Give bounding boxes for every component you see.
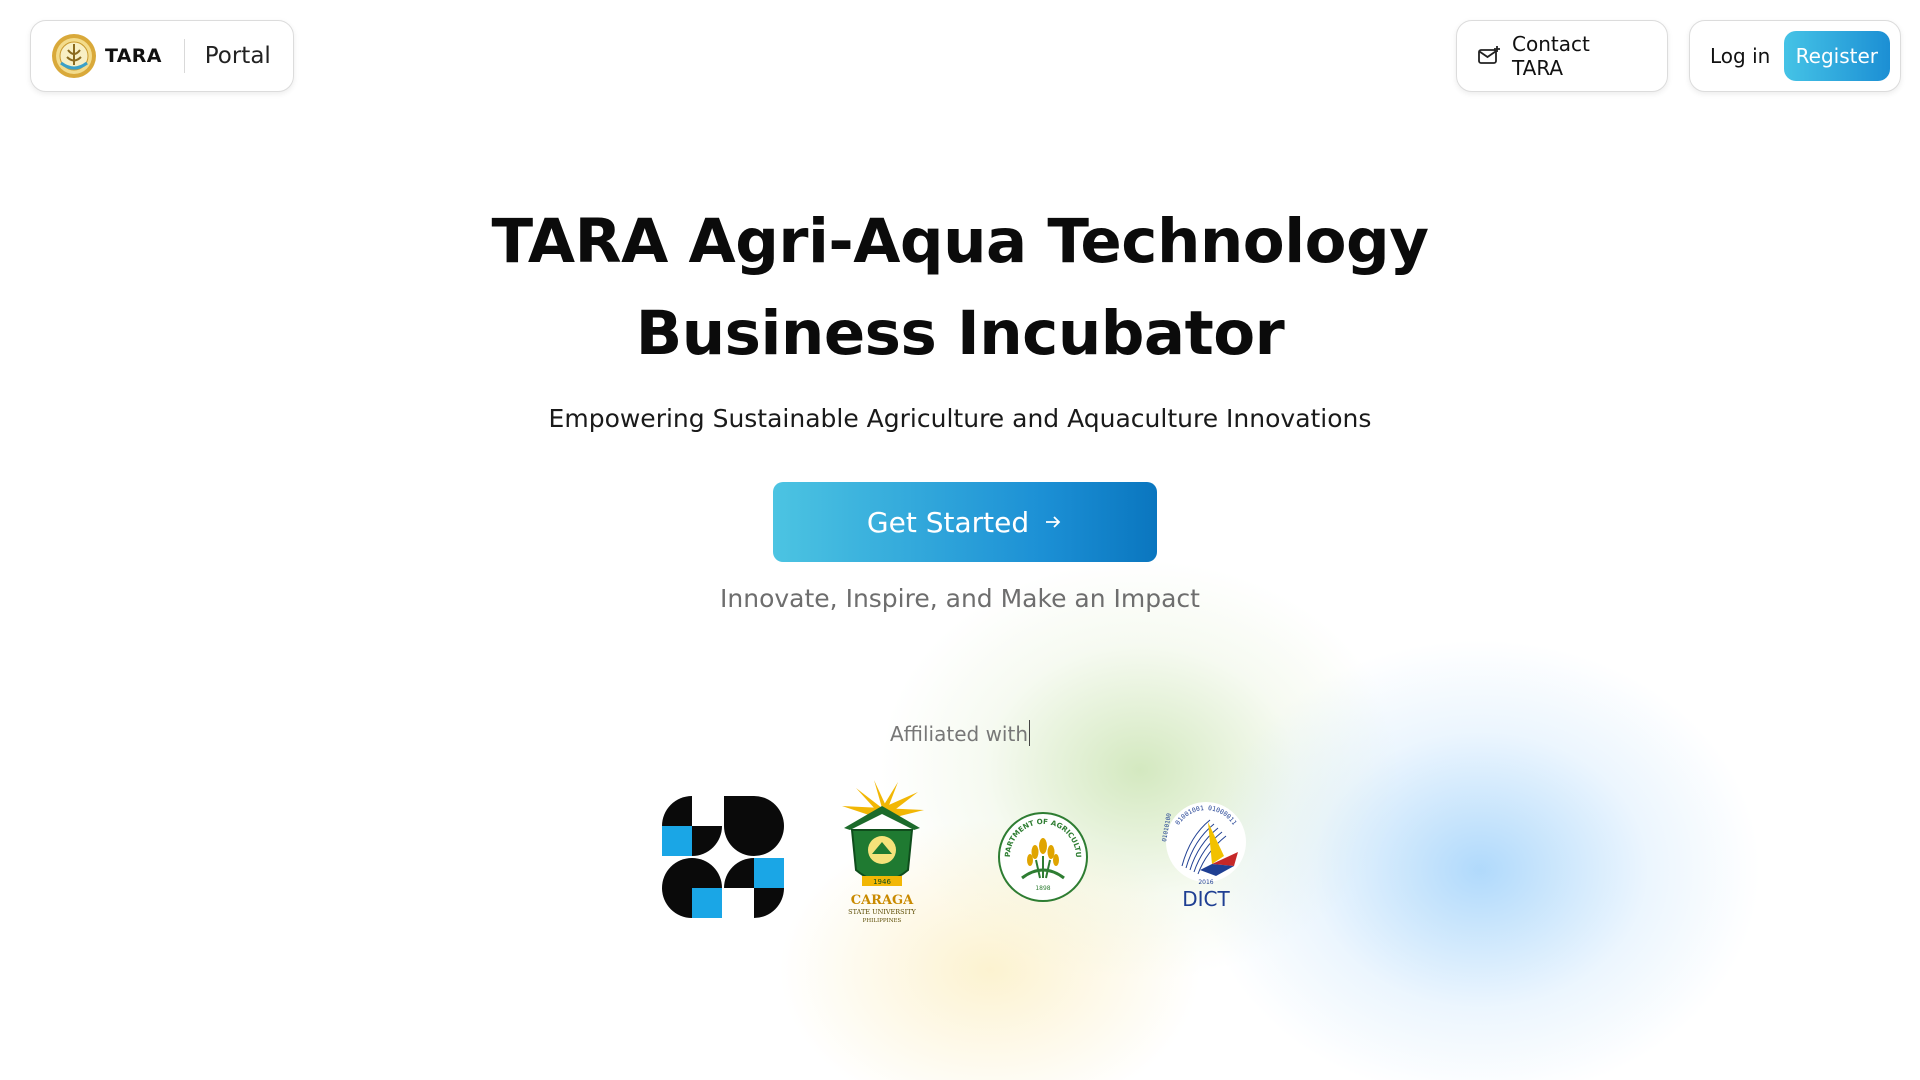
page-title: TARA Agri-Aqua Technology Business Incub… bbox=[0, 196, 1920, 380]
register-button[interactable]: Register bbox=[1783, 31, 1890, 81]
brand-divider bbox=[183, 39, 185, 73]
da-year: 1898 bbox=[1035, 885, 1050, 892]
title-line-1: TARA Agri-Aqua Technology bbox=[491, 206, 1429, 277]
department-of-agriculture-logo: DEPARTMENT OF AGRICULTURE 1898 bbox=[998, 812, 1088, 902]
dost-logo bbox=[662, 796, 784, 918]
login-button[interactable]: Log in bbox=[1710, 44, 1770, 68]
dict-name: DICT bbox=[1182, 887, 1230, 911]
brand-name: TARA bbox=[105, 45, 162, 67]
arrow-right-icon bbox=[1046, 516, 1061, 528]
get-started-label: Get Started bbox=[866, 505, 1030, 539]
tara-seal-icon bbox=[52, 34, 96, 78]
affiliated-label: Affiliated with bbox=[0, 720, 1920, 746]
portal-label: Portal bbox=[204, 43, 271, 69]
contact-label: Contact TARA bbox=[1512, 32, 1590, 80]
dict-year: 2016 bbox=[1198, 879, 1213, 886]
affiliated-text: Affiliated with bbox=[889, 722, 1029, 746]
caraga-state-university-logo: 1946 CARAGA STATE UNIVERSITY PHILIPPINES bbox=[842, 780, 924, 924]
csu-name: CARAGA bbox=[851, 893, 914, 908]
background-blob-green bbox=[880, 560, 1400, 980]
mail-plus-icon bbox=[1478, 46, 1500, 64]
dict-logo: 01001001 01000011 01010100 2016 DICT bbox=[1161, 802, 1246, 911]
csu-subtext2: PHILIPPINES bbox=[863, 918, 902, 924]
text-caret bbox=[1029, 720, 1031, 746]
csu-subtext: STATE UNIVERSITY bbox=[848, 908, 916, 916]
tagline: Innovate, Inspire, and Make an Impact bbox=[720, 584, 1200, 613]
auth-card: Log in Register bbox=[1689, 20, 1901, 92]
background-blob-blue bbox=[1200, 640, 1760, 1080]
csu-year: 1946 bbox=[873, 878, 891, 886]
get-started-button[interactable]: Get Started bbox=[773, 482, 1157, 562]
brand-card[interactable]: TARA Portal bbox=[30, 20, 294, 92]
hero-subtitle: Empowering Sustainable Agriculture and A… bbox=[548, 404, 1372, 433]
contact-tara-button[interactable]: Contact TARA bbox=[1456, 20, 1668, 92]
title-line-2: Business Incubator bbox=[635, 298, 1285, 369]
